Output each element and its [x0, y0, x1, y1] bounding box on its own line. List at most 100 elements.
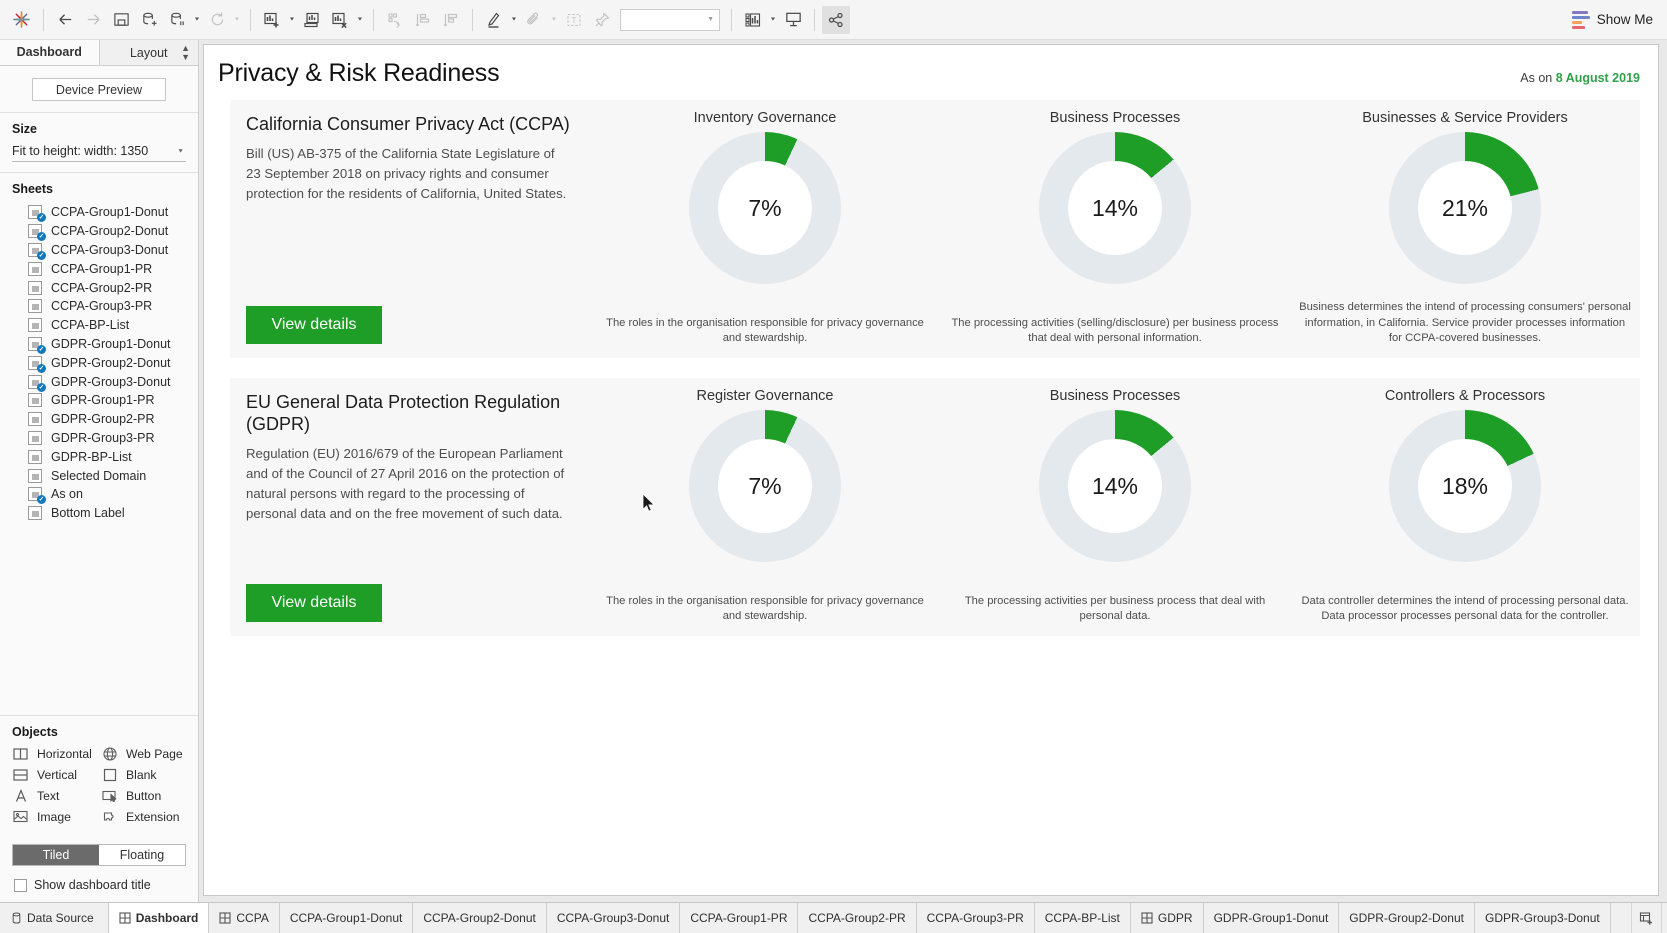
object-blank[interactable]: Blank [101, 767, 186, 782]
back-button[interactable] [51, 6, 79, 34]
sheets-list[interactable]: ✓CCPA-Group1-Donut✓CCPA-Group2-Donut✓CCP… [12, 203, 186, 523]
sheet-item[interactable]: GDPR-Group3-PR [14, 429, 186, 448]
sheet-tab-label: CCPA-Group1-PR [690, 911, 787, 925]
sort-descending-button[interactable] [437, 6, 465, 34]
group-members-button[interactable] [520, 6, 548, 34]
new-worksheet-tab-button[interactable] [1631, 903, 1661, 933]
pause-data-source-dropdown-icon[interactable] [191, 6, 203, 34]
tab-layout[interactable]: Layout ▲▼ [99, 40, 199, 65]
show-dashboard-title-checkbox[interactable]: Show dashboard title [14, 878, 186, 892]
data-source-tab[interactable]: Data Source [0, 903, 109, 933]
show-hide-cards-dropdown-icon[interactable] [767, 6, 779, 34]
device-preview-button[interactable]: Device Preview [32, 78, 166, 101]
view-details-button[interactable]: View details [246, 306, 382, 344]
tab-bar-actions [1631, 903, 1667, 933]
metric-card: Businesses & Service Providers21%Busines… [1290, 100, 1640, 358]
sheet-tab[interactable]: CCPA [209, 903, 279, 933]
donut-chart[interactable]: 7% [689, 410, 841, 562]
object-extension[interactable]: Extension [101, 809, 186, 824]
sheet-tab-label: CCPA-Group3-Donut [557, 911, 670, 925]
object-text[interactable]: Text [12, 788, 97, 803]
sheet-tab[interactable]: CCPA-Group1-Donut [280, 903, 414, 933]
donut-chart[interactable]: 14% [1039, 410, 1191, 562]
presentation-mode-button[interactable] [779, 6, 807, 34]
new-worksheet-dropdown-icon[interactable] [286, 6, 298, 34]
donut-value: 14% [1092, 195, 1138, 222]
highlight-dropdown-icon[interactable] [508, 6, 520, 34]
object-vertical[interactable]: Vertical [12, 767, 97, 782]
object-web-page[interactable]: Web Page [101, 746, 186, 761]
sheet-item[interactable]: ✓GDPR-Group2-Donut [14, 353, 186, 372]
size-select[interactable]: Fit to height: width: 1350 [12, 143, 186, 162]
donut-chart[interactable]: 21% [1389, 132, 1541, 284]
refresh-dropdown-icon[interactable] [231, 6, 243, 34]
show-me-button[interactable]: Show Me [1572, 11, 1653, 29]
group-dropdown-icon[interactable] [548, 6, 560, 34]
sort-ascending-button[interactable] [409, 6, 437, 34]
forward-button[interactable] [79, 6, 107, 34]
object-horizontal[interactable]: Horizontal [12, 746, 97, 761]
refresh-button[interactable] [203, 6, 231, 34]
share-button[interactable] [822, 6, 850, 34]
new-worksheet-button[interactable] [258, 6, 286, 34]
show-mark-labels-button[interactable]: T [560, 6, 588, 34]
sheet-tab[interactable]: Dashboard [109, 903, 210, 933]
sheet-item[interactable]: ✓GDPR-Group3-Donut [14, 372, 186, 391]
object-button[interactable]: Button [101, 788, 186, 803]
clear-sheet-button[interactable] [326, 6, 354, 34]
sheet-tab[interactable]: GDPR [1131, 903, 1204, 933]
donut-chart[interactable]: 18% [1389, 410, 1541, 562]
sheet-item-label: GDPR-Group3-Donut [51, 375, 171, 389]
duplicate-sheet-button[interactable] [298, 6, 326, 34]
sheet-item[interactable]: ✓CCPA-Group1-Donut [14, 203, 186, 222]
sheet-tab[interactable]: CCPA-Group1-PR [680, 903, 798, 933]
sheet-item-label: GDPR-BP-List [51, 450, 132, 464]
sheet-item[interactable]: Bottom Label [14, 504, 186, 523]
sheet-item[interactable]: Selected Domain [14, 466, 186, 485]
new-data-source-button[interactable] [135, 6, 163, 34]
sheet-item[interactable]: ✓CCPA-Group3-Donut [14, 241, 186, 260]
tableau-logo-icon[interactable] [6, 6, 36, 34]
donut-chart[interactable]: 14% [1039, 132, 1191, 284]
metric-card: Inventory Governance7%The roles in the o… [590, 100, 940, 358]
new-dashboard-tab-button[interactable] [1661, 903, 1667, 933]
sheet-tab[interactable]: CCPA-Group3-Donut [547, 903, 681, 933]
save-button[interactable] [107, 6, 135, 34]
fit-selector[interactable]: ▼ [620, 9, 720, 31]
sheet-item[interactable]: ✓GDPR-Group1-Donut [14, 335, 186, 354]
pause-data-source-button[interactable] [163, 6, 191, 34]
fix-axes-pin-button[interactable] [588, 6, 616, 34]
sheet-tab[interactable]: GDPR-Group2-Donut [1339, 903, 1475, 933]
sheet-item[interactable]: CCPA-Group1-PR [14, 259, 186, 278]
sheet-item[interactable]: ✓As on [14, 485, 186, 504]
sidebar-tabs: Dashboard Layout ▲▼ [0, 40, 198, 66]
sheet-tab[interactable]: CCPA-Group2-PR [798, 903, 916, 933]
sheet-item[interactable]: GDPR-Group2-PR [14, 410, 186, 429]
svg-text:T: T [571, 15, 576, 25]
donut-center: 14% [1068, 161, 1162, 255]
tab-dashboard[interactable]: Dashboard [0, 40, 99, 65]
view-details-button[interactable]: View details [246, 584, 382, 622]
sheet-item[interactable]: ✓CCPA-Group2-Donut [14, 222, 186, 241]
worksheet-icon [28, 299, 43, 313]
clear-sheet-dropdown-icon[interactable] [354, 6, 366, 34]
sheet-tab[interactable]: CCPA-Group2-Donut [413, 903, 547, 933]
show-hide-cards-button[interactable] [739, 6, 767, 34]
sheet-tab[interactable]: GDPR-Group1-Donut [1204, 903, 1340, 933]
sheet-tab[interactable]: GDPR-Group3-Donut [1475, 903, 1611, 933]
metric-title: Business Processes [1050, 110, 1181, 126]
sheet-item[interactable]: GDPR-Group1-PR [14, 391, 186, 410]
sheet-item[interactable]: CCPA-BP-List [14, 316, 186, 335]
swap-rows-columns-button[interactable] [381, 6, 409, 34]
sheet-item[interactable]: GDPR-BP-List [14, 447, 186, 466]
metric-title: Register Governance [696, 388, 833, 404]
sheet-tab[interactable]: CCPA-Group3-PR [917, 903, 1035, 933]
sheet-tab[interactable]: CCPA-BP-List [1035, 903, 1131, 933]
sheet-item[interactable]: CCPA-Group2-PR [14, 278, 186, 297]
sheet-item[interactable]: CCPA-Group3-PR [14, 297, 186, 316]
donut-chart[interactable]: 7% [689, 132, 841, 284]
object-image[interactable]: Image [12, 809, 97, 824]
floating-button[interactable]: Floating [99, 845, 185, 865]
highlight-button[interactable] [480, 6, 508, 34]
tiled-button[interactable]: Tiled [13, 845, 99, 865]
